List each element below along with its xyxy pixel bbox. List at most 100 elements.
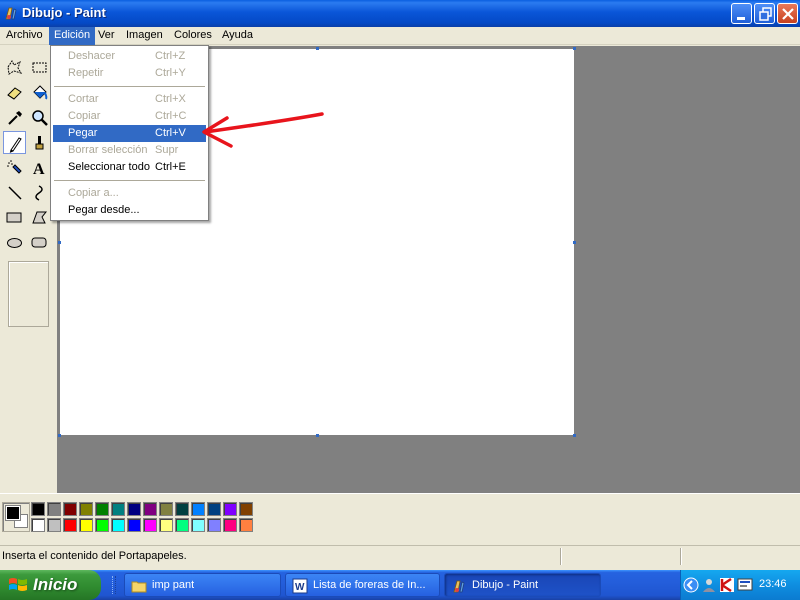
free-select-icon	[7, 60, 23, 75]
start-button[interactable]: Inicio	[0, 570, 101, 600]
color-swatch[interactable]	[223, 502, 237, 516]
paint-icon	[453, 580, 465, 593]
tool-ellipse[interactable]	[3, 231, 26, 254]
menu-archivo[interactable]: Archivo	[1, 27, 48, 45]
menu-item-copiar-a[interactable]: Copiar a...	[53, 185, 206, 202]
color-swatch[interactable]	[63, 502, 77, 516]
status-divider	[680, 548, 681, 565]
color-swatch[interactable]	[191, 502, 205, 516]
color-swatch[interactable]	[47, 518, 61, 532]
color-swatch[interactable]	[63, 518, 77, 532]
menu-item-deshacer[interactable]: Deshacer Ctrl+Z	[53, 48, 206, 65]
color-swatch[interactable]	[207, 502, 221, 516]
antivirus-icon[interactable]	[719, 577, 735, 593]
menu-item-seleccionar-todo[interactable]: Seleccionar todo Ctrl+E	[53, 159, 206, 176]
color-swatch[interactable]	[191, 518, 205, 532]
show-hidden-icons-chevron-icon[interactable]	[683, 577, 699, 593]
tool-line[interactable]	[3, 181, 26, 204]
menu-item-copiar[interactable]: Copiar Ctrl+C	[53, 108, 206, 125]
menu-edicion[interactable]: Edición	[49, 27, 96, 45]
color-swatch[interactable]	[175, 502, 189, 516]
task-imp-pant[interactable]: imp pant	[124, 573, 281, 597]
rectangle-icon	[6, 212, 22, 223]
tool-eraser[interactable]	[3, 81, 26, 104]
color-swatch[interactable]	[31, 502, 45, 516]
tool-fill[interactable]	[28, 81, 51, 104]
svg-text:W: W	[295, 582, 305, 593]
color-swatch[interactable]	[79, 502, 93, 516]
color-picker-icon	[8, 111, 22, 125]
task-lista-foreras[interactable]: W Lista de foreras de In...	[285, 573, 440, 597]
color-swatch[interactable]	[127, 518, 141, 532]
color-swatch[interactable]	[31, 518, 45, 532]
resize-handle-bottom-right[interactable]	[573, 434, 576, 437]
color-swatch[interactable]	[159, 518, 173, 532]
menu-imagen[interactable]: Imagen	[121, 27, 168, 45]
curve-icon	[35, 185, 43, 201]
airbrush-icon	[7, 160, 22, 174]
task-dibujo-paint[interactable]: Dibujo - Paint	[444, 573, 601, 597]
tool-brush[interactable]	[28, 131, 51, 154]
tool-color-picker[interactable]	[3, 106, 26, 129]
menu-colores[interactable]: Colores	[169, 27, 217, 45]
resize-handle-bottom-left	[58, 434, 61, 437]
resize-handle-bottom[interactable]	[316, 434, 319, 437]
tool-free-select[interactable]	[3, 56, 26, 79]
color-swatch[interactable]	[127, 502, 141, 516]
menu-item-borrar-seleccion[interactable]: Borrar selección Supr	[53, 142, 206, 159]
color-swatch[interactable]	[47, 502, 61, 516]
paint-app-icon	[5, 7, 17, 20]
color-swatch[interactable]	[159, 502, 173, 516]
tool-airbrush[interactable]	[3, 156, 26, 179]
tool-text[interactable]: A	[28, 156, 51, 179]
color-swatch[interactable]	[143, 502, 157, 516]
tool-pencil[interactable]	[3, 131, 26, 154]
messenger-icon[interactable]	[737, 577, 753, 593]
resize-handle-left	[58, 241, 61, 244]
tool-options-box[interactable]	[8, 261, 49, 327]
start-label: Inicio	[33, 575, 78, 594]
color-swatch[interactable]	[207, 518, 221, 532]
resize-handle-top-right	[573, 47, 576, 50]
color-swatch[interactable]	[95, 518, 109, 532]
tool-rect-select[interactable]	[28, 56, 51, 79]
resize-handle-right[interactable]	[573, 241, 576, 244]
color-swatch[interactable]	[95, 502, 109, 516]
window-title: Dibujo - Paint	[22, 5, 106, 20]
tool-curve[interactable]	[28, 181, 51, 204]
minimize-button[interactable]	[731, 3, 752, 24]
color-swatch[interactable]	[223, 518, 237, 532]
color-swatch[interactable]	[111, 502, 125, 516]
status-text: Inserta el contenido del Portapapeles.	[2, 550, 187, 562]
menu-ver[interactable]: Ver	[93, 27, 120, 45]
restore-button[interactable]	[754, 3, 775, 24]
resize-handle-top	[316, 47, 319, 50]
color-swatch[interactable]	[239, 502, 253, 516]
color-palette	[0, 493, 800, 545]
menu-separator	[54, 86, 205, 87]
fill-icon	[33, 85, 48, 100]
menu-item-cortar[interactable]: Cortar Ctrl+X	[53, 91, 206, 108]
text-icon: A	[33, 161, 45, 177]
menu-ayuda[interactable]: Ayuda	[217, 27, 258, 45]
status-divider	[560, 548, 561, 565]
close-button[interactable]	[777, 3, 798, 24]
color-swatch[interactable]	[175, 518, 189, 532]
tool-rounded-rect[interactable]	[28, 231, 51, 254]
restore-icon	[759, 7, 772, 21]
color-swatch[interactable]	[143, 518, 157, 532]
red-arrow-annotation	[202, 112, 324, 148]
menu-item-pegar[interactable]: Pegar Ctrl+V	[53, 125, 206, 142]
color-swatch[interactable]	[239, 518, 253, 532]
color-swatch[interactable]	[79, 518, 93, 532]
tool-polygon[interactable]	[28, 206, 51, 229]
user-icon[interactable]	[701, 577, 717, 593]
color-swatch[interactable]	[111, 518, 125, 532]
tool-magnifier[interactable]	[28, 106, 51, 129]
tool-rectangle[interactable]	[3, 206, 26, 229]
menu-item-pegar-desde[interactable]: Pegar desde...	[53, 202, 206, 219]
clock: 23:46	[759, 578, 787, 590]
ellipse-icon	[7, 238, 22, 248]
menu-item-repetir[interactable]: Repetir Ctrl+Y	[53, 65, 206, 82]
menu-bar: Archivo Edición Ver Imagen Colores Ayuda	[0, 27, 800, 45]
